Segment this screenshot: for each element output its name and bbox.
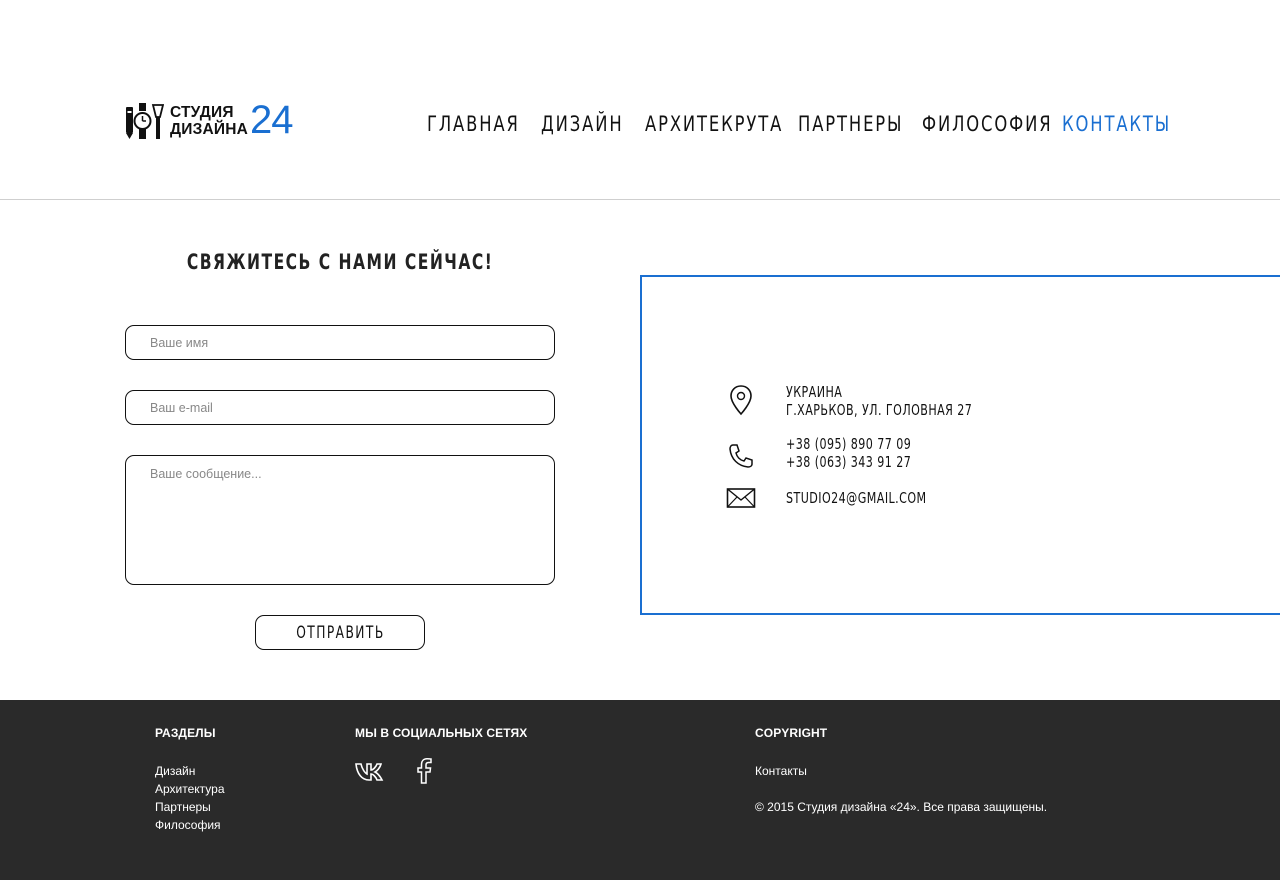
contact-info-box: Украина г.Харьков, ул. Головная 27 +38 (… (640, 275, 1280, 615)
nav-item-design[interactable]: Дизайн (541, 112, 622, 136)
submit-label: Отправить (295, 622, 385, 643)
nav-item-partners[interactable]: Партнеры (798, 112, 902, 136)
footer-social-heading: МЫ В СОЦИАЛЬНЫХ СЕТЯХ (355, 726, 528, 740)
footer-link-contacts[interactable]: Контакты (755, 764, 807, 778)
nav-item-contacts[interactable]: Контакты (1062, 112, 1169, 136)
logo-text: СТУДИЯ ДИЗАЙНА (170, 104, 248, 138)
location-pin-icon (726, 385, 756, 416)
phone-text: +38 (095) 890 77 09 +38 (063) 343 91 27 (786, 435, 955, 471)
email-value[interactable]: studio24@gmail.com (786, 489, 927, 507)
address-row: Украина г.Харьков, ул. Головная 27 (726, 383, 972, 419)
phone-line2: +38 (063) 343 91 27 (786, 453, 912, 471)
facebook-icon[interactable] (408, 757, 440, 785)
email-row: studio24@gmail.com (726, 483, 926, 513)
footer-sections-heading: РАЗДЕЛЫ (155, 726, 216, 740)
envelope-icon (726, 483, 756, 513)
logo-line2: ДИЗАЙНА (170, 121, 249, 138)
vk-icon[interactable] (354, 757, 386, 785)
footer-link-design[interactable]: Дизайн (155, 764, 195, 778)
footer: РАЗДЕЛЫ Дизайн Архитектура Партнеры Фило… (0, 700, 1280, 880)
footer-copyright-heading: COPYRIGHT (755, 726, 828, 740)
phone-row: +38 (095) 890 77 09 +38 (063) 343 91 27 (726, 435, 911, 471)
address-line2: г.Харьков, ул. Головная 27 (786, 401, 973, 419)
message-textarea[interactable] (125, 455, 555, 585)
header: СТУДИЯ ДИЗАЙНА 24 Главная Дизайн Архитек… (0, 0, 1280, 200)
email-input[interactable] (125, 390, 555, 425)
phone-icon (726, 441, 756, 471)
form-title: Свяжитесь с нами сейчас! (125, 250, 555, 274)
phone-line1: +38 (095) 890 77 09 (786, 435, 912, 453)
email-text[interactable]: studio24@gmail.com (786, 489, 976, 507)
name-input[interactable] (125, 325, 555, 360)
logo-number: 24 (250, 98, 293, 142)
address-text: Украина г.Харьков, ул. Головная 27 (786, 383, 1038, 419)
main-nav: Главная Дизайн Архитекрута Партнеры Фило… (427, 112, 1172, 136)
submit-button[interactable]: Отправить (255, 615, 425, 650)
footer-link-architecture[interactable]: Архитектура (155, 782, 225, 796)
logo-tools-icon (124, 103, 164, 139)
nav-item-philosophy[interactable]: Философия (922, 112, 1051, 136)
nav-item-architecture[interactable]: Архитекрута (645, 112, 781, 136)
address-line1: Украина (786, 383, 843, 401)
footer-link-philosophy[interactable]: Философия (155, 818, 221, 832)
form-title-text: Свяжитесь с нами сейчас! (186, 250, 494, 274)
nav-item-home[interactable]: Главная (427, 112, 518, 136)
copyright-text: © 2015 Студия дизайна «24». Все права за… (755, 800, 1048, 814)
footer-link-partners[interactable]: Партнеры (155, 800, 211, 814)
logo[interactable]: СТУДИЯ ДИЗАЙНА 24 (124, 98, 294, 142)
logo-line1: СТУДИЯ (170, 104, 234, 121)
